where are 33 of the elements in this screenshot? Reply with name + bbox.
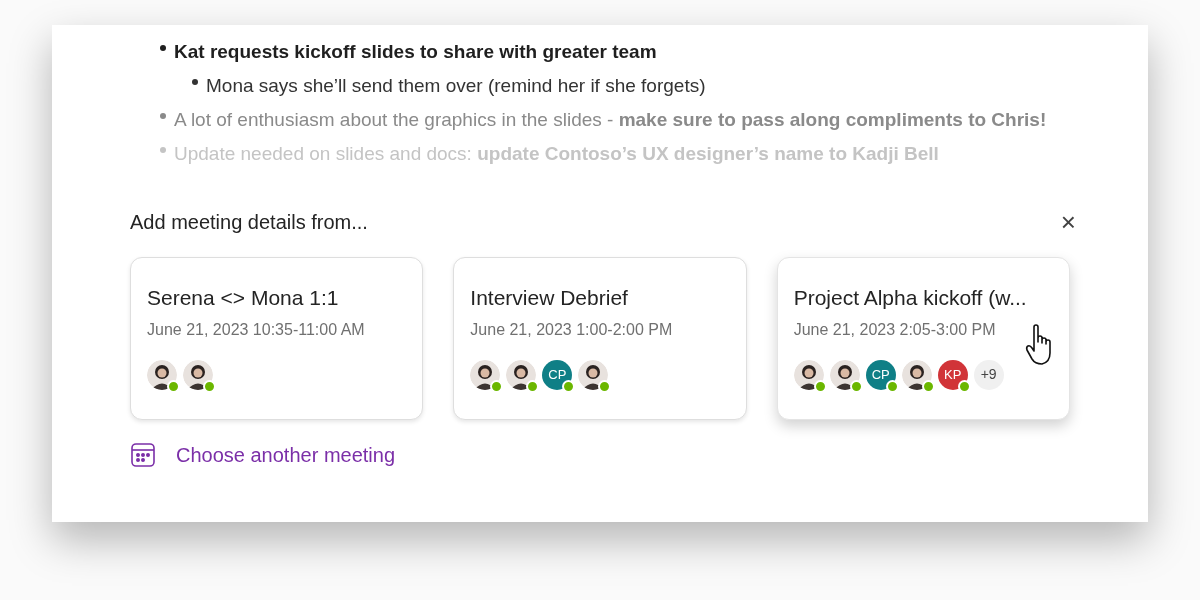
avatar-icon	[901, 359, 932, 390]
avatar-icon	[829, 359, 860, 390]
meeting-time: June 21, 2023 1:00-2:00 PM	[470, 319, 674, 340]
avatar-icon	[470, 359, 501, 390]
avatar-icon	[793, 359, 824, 390]
meeting-card[interactable]: Serena <> Mona 1:1 June 21, 2023 10:35-11:00 AM	[130, 257, 424, 420]
avatar-icon	[506, 359, 537, 390]
note-text: Mona says she’ll send them over (remind her if she forgets)	[206, 74, 706, 98]
note-text: Kat requests kickoff slides to share with greater team	[174, 40, 657, 64]
bullet-icon	[192, 79, 198, 85]
meeting-card[interactable]: Project Alpha kickoff (w... June 21, 2023 2:05-3:00 PM CP KP +9	[776, 257, 1070, 420]
meeting-time: June 21, 2023 2:05-3:00 PM	[793, 319, 997, 340]
meeting-time: June 21, 2023 10:35-11:00 AM	[147, 319, 366, 340]
avatar-initials: KP	[937, 359, 968, 390]
note-text: Update needed on slides and docs: update Contoso’s UX designer’s name to Kadji Bell	[174, 142, 939, 166]
bullet-icon	[160, 45, 166, 51]
bullet-icon	[160, 147, 166, 153]
meeting-title: Serena <> Mona 1:1	[147, 285, 340, 311]
panel-title: Add meeting details from...	[130, 210, 368, 235]
close-button[interactable]: ×	[1060, 209, 1076, 235]
avatar-initials: CP	[865, 359, 896, 390]
calendar-icon	[130, 442, 156, 468]
bullet-icon	[160, 113, 166, 119]
avatar-icon	[147, 359, 177, 390]
meeting-title: Project Alpha kickoff (w...	[793, 285, 1028, 311]
avatar-icon	[578, 359, 609, 390]
avatar-icon	[183, 359, 213, 390]
meeting-card[interactable]: Interview Debrief June 21, 2023 1:00-2:00 PM CP	[453, 257, 747, 420]
more-attendees-count: +9	[973, 359, 1004, 390]
meeting-title: Interview Debrief	[470, 285, 629, 311]
choose-meeting-link[interactable]: Choose another meeting	[130, 440, 1070, 470]
note-text: A lot of enthusiasm about the graphics in the slides - make sure to pass along compliments to Chris!	[174, 108, 1047, 132]
avatar-initials: CP	[542, 359, 573, 390]
